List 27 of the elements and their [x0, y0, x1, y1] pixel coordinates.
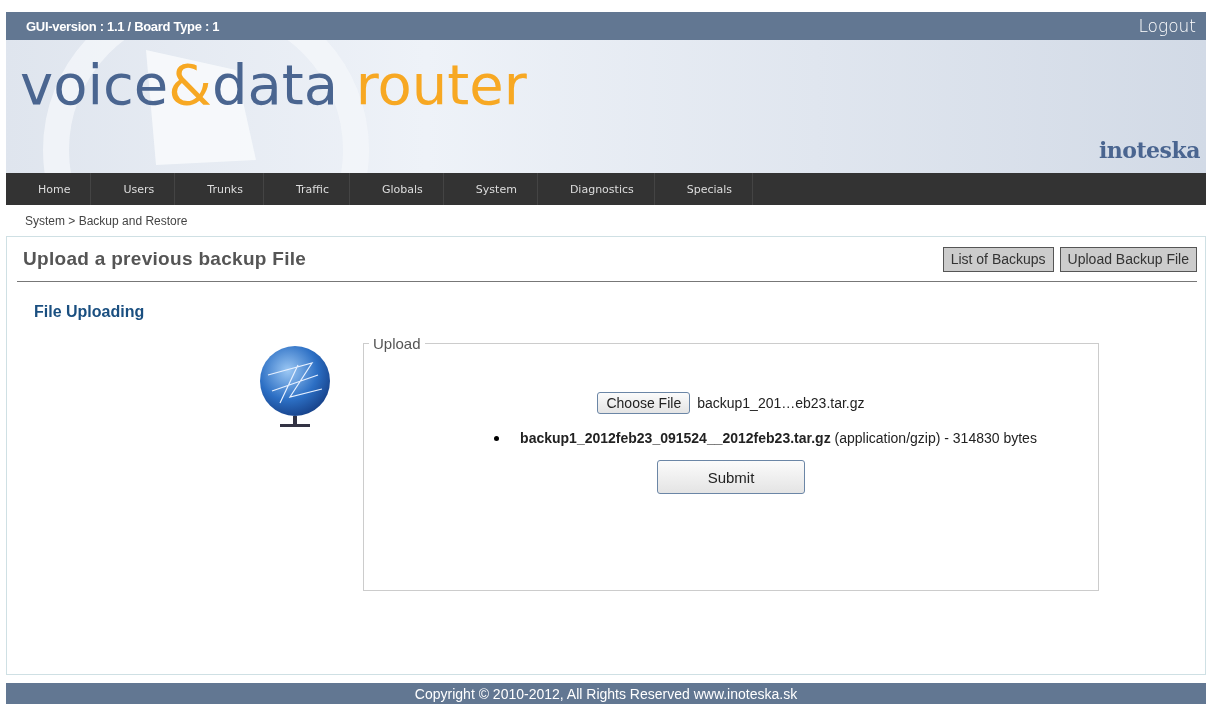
- file-info: backup1_2012feb23_091524__2012feb23.tar.gz (application/gzip) - 314830 bytes: [519, 430, 1038, 446]
- choose-file-button[interactable]: Choose File: [597, 392, 691, 414]
- chosen-file-name: backup1_201…eb23.tar.gz: [697, 395, 865, 411]
- panel-button[interactable]: Upload Backup File: [1059, 246, 1197, 272]
- nav-item[interactable]: Home: [6, 173, 92, 205]
- logo-part: &: [168, 52, 212, 117]
- nav-item[interactable]: Specials: [654, 173, 754, 205]
- submit-button[interactable]: Submit: [657, 460, 805, 494]
- logo-part: router: [354, 52, 527, 117]
- nav-item[interactable]: Trunks: [175, 173, 264, 205]
- brand-logo: inoteska: [1098, 137, 1200, 163]
- bullet-icon: [493, 436, 499, 441]
- logo-part: voice: [20, 52, 169, 117]
- version-text: GUI-version : 1.1 / Board Type : 1: [26, 18, 220, 34]
- nav-item[interactable]: Users: [91, 173, 176, 205]
- breadcrumb: System > Backup and Restore: [6, 205, 1206, 237]
- panel-button[interactable]: List of Backups: [942, 246, 1054, 272]
- nav-item[interactable]: Traffic: [263, 173, 351, 205]
- section-title: File Uploading: [33, 302, 146, 321]
- logo-part: data: [211, 52, 338, 117]
- panel-title: Upload a previous backup File: [22, 248, 307, 270]
- copyright-text: Copyright © 2010-2012, All Rights Reserved www.inoteska.sk: [414, 685, 798, 702]
- logout-link[interactable]: Logout: [1138, 16, 1196, 36]
- nav-item[interactable]: System: [443, 173, 538, 205]
- nav-item[interactable]: Diagnostics: [537, 173, 655, 205]
- fieldset-legend: Upload: [369, 335, 425, 352]
- nav-item[interactable]: Globals: [350, 173, 444, 205]
